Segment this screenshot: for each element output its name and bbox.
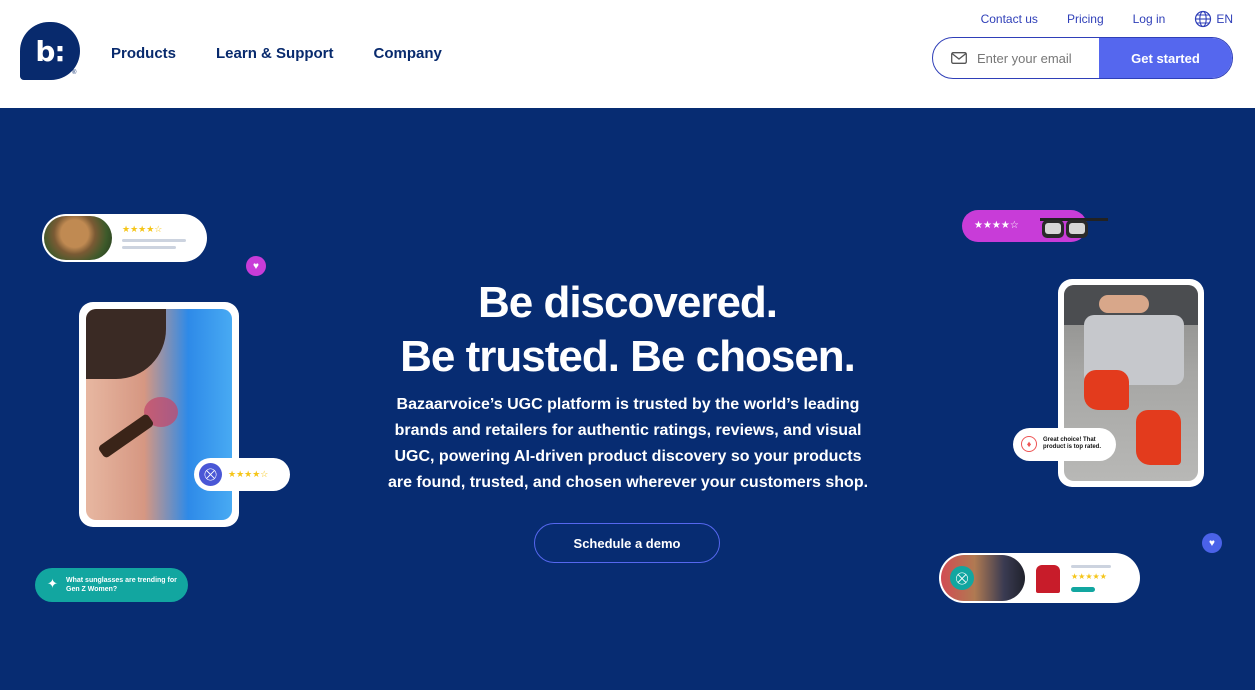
review-line bbox=[122, 246, 176, 249]
cart-rating-pill: ⛒ ★★★★☆ bbox=[194, 458, 290, 491]
contact-us-link[interactable]: Contact us bbox=[981, 12, 1038, 26]
nav-learn-support[interactable]: Learn & Support bbox=[216, 45, 334, 62]
language-label: EN bbox=[1216, 12, 1233, 26]
rating-stars: ★★★★★ bbox=[1071, 572, 1107, 581]
review-line bbox=[1071, 565, 1111, 568]
email-input[interactable] bbox=[977, 50, 1097, 66]
log-in-link[interactable]: Log in bbox=[1133, 12, 1166, 26]
registered-mark: ® bbox=[72, 70, 77, 76]
utility-nav: Contact us Pricing Log in EN bbox=[981, 10, 1233, 28]
dog-photo bbox=[44, 216, 112, 260]
top-rated-badge: ♦ Great choice! That product is top rate… bbox=[1013, 428, 1116, 461]
sparkle-icon: ✦ bbox=[47, 576, 58, 591]
get-started-button[interactable]: Get started bbox=[1099, 38, 1232, 78]
logo-text: b: bbox=[35, 34, 65, 68]
cart-icon[interactable]: ⛒ bbox=[950, 566, 974, 590]
main-nav: Products Learn & Support Company bbox=[111, 45, 442, 62]
schedule-demo-button[interactable]: Schedule a demo bbox=[534, 523, 720, 563]
rating-stars: ★★★★☆ bbox=[122, 224, 163, 234]
site-header: b: ® Products Learn & Support Company Co… bbox=[0, 0, 1255, 108]
hero-subtext: Bazaarvoice’s UGC platform is trusted by… bbox=[387, 396, 869, 491]
bazaarvoice-logo[interactable]: b: bbox=[20, 22, 80, 80]
rating-stars: ★★★★☆ bbox=[974, 220, 1019, 231]
globe-icon bbox=[1195, 10, 1212, 28]
badge-text: Great choice! That product is top rated. bbox=[1043, 437, 1102, 450]
review-line bbox=[122, 239, 186, 242]
review-card-dog: ★★★★☆ bbox=[42, 214, 207, 262]
product-review-card: ⛒ ★★★★★ bbox=[939, 553, 1140, 603]
heart-icon: ♥ bbox=[1202, 533, 1222, 553]
rating-stars: ★★★★☆ bbox=[228, 469, 269, 479]
pricing-link[interactable]: Pricing bbox=[1067, 12, 1104, 26]
heart-icon: ♥ bbox=[246, 256, 266, 276]
flame-icon: ♦ bbox=[1021, 436, 1037, 452]
hero-section: ★★★★☆ ♥ ⛒ ★★★★☆ ✦ What sunglasses are tr… bbox=[0, 108, 1255, 690]
ai-prompt-text: What sunglasses are trending for Gen Z W… bbox=[66, 577, 177, 593]
jacket-image bbox=[1036, 565, 1060, 593]
email-signup-form: Get started bbox=[932, 37, 1233, 79]
language-selector[interactable]: EN bbox=[1194, 10, 1233, 28]
nav-company[interactable]: Company bbox=[374, 45, 442, 62]
cart-icon[interactable]: ⛒ bbox=[199, 463, 222, 486]
envelope-icon bbox=[951, 52, 967, 64]
ai-prompt-pill[interactable]: ✦ What sunglasses are trending for Gen Z… bbox=[35, 568, 188, 602]
status-bar bbox=[1071, 587, 1095, 592]
sunglasses-image bbox=[1040, 218, 1108, 238]
email-field-wrap bbox=[933, 38, 1099, 78]
nav-products[interactable]: Products bbox=[111, 45, 176, 62]
